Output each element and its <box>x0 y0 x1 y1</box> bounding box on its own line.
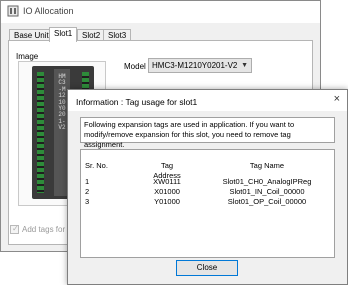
model-select[interactable]: HMC3-M1210Y0201-V2 ▼ <box>148 58 252 73</box>
left-terminal-block <box>37 72 44 193</box>
chevron-down-icon[interactable]: ▼ <box>241 59 248 72</box>
column-sr-no[interactable]: Sr. No. <box>85 161 108 171</box>
tag-usage-list[interactable]: Sr. No. Tag Address Tag Name 1 XW0111 Sl… <box>80 149 335 258</box>
row-tag-name: Slot01_OP_Coil_00000 <box>227 197 307 206</box>
row-tag-address: XW0111 <box>153 177 181 186</box>
row-sr-no: 2 <box>85 187 90 196</box>
model-label: Model <box>124 62 146 71</box>
plc-model-text: HMC3-M1210Y0201-V2 <box>58 73 66 132</box>
row-sr-no: 3 <box>85 197 90 206</box>
list-header: Sr. No. Tag Address Tag Name <box>81 161 334 180</box>
dialog-body: Following expansion tags are used in app… <box>68 111 347 284</box>
dialog-title: Information : Tag usage for slot1 <box>76 97 198 107</box>
list-item[interactable]: 1 XW0111 Slot01_CH0_AnalogIPReg <box>81 177 334 187</box>
list-item[interactable]: 2 X01000 Slot01_IN_Coil_00000 <box>81 187 334 197</box>
row-tag-name: Slot01_IN_Coil_00000 <box>229 187 305 196</box>
column-tag-name[interactable]: Tag Name <box>201 161 333 171</box>
row-tag-address: Y01000 <box>154 197 180 206</box>
row-tag-address: X01000 <box>154 187 180 196</box>
image-group-label: Image <box>16 52 39 61</box>
dialog-message: Following expansion tags are used in app… <box>80 117 335 149</box>
main-titlebar: IO Allocation <box>1 1 320 23</box>
add-tags-checkbox[interactable]: ✓ <box>10 224 19 234</box>
row-sr-no: 1 <box>85 177 90 186</box>
io-app-icon <box>7 5 19 17</box>
close-button[interactable]: Close <box>176 260 238 276</box>
tab-slot1[interactable]: Slot1 <box>49 27 78 42</box>
row-tag-name: Slot01_CH0_AnalogIPReg <box>222 177 312 186</box>
window-title: IO Allocation <box>23 6 74 16</box>
model-select-value: HMC3-M1210Y0201-V2 <box>152 61 238 70</box>
information-dialog: Information : Tag usage for slot1 × Foll… <box>67 89 348 285</box>
close-icon[interactable]: × <box>334 93 340 105</box>
list-item[interactable]: 3 Y01000 Slot01_OP_Coil_00000 <box>81 197 334 207</box>
